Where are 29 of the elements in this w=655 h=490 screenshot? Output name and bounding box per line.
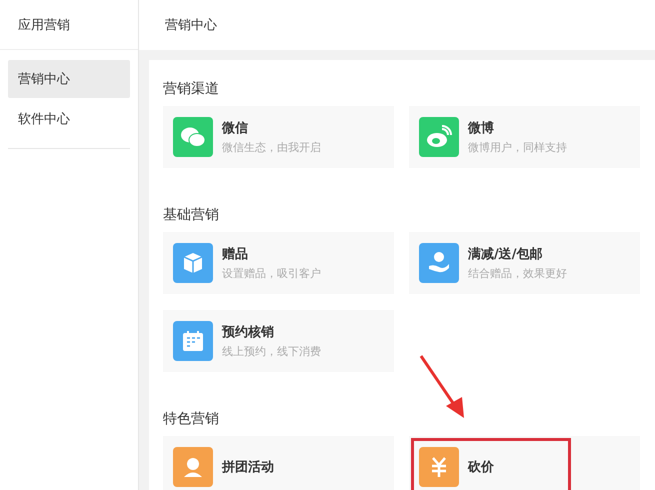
section-heading: 特色营销 <box>163 410 220 428</box>
sidebar-item[interactable]: 营销中心 <box>8 60 130 98</box>
chat-bubbles-icon <box>180 126 206 148</box>
section-heading: 基础营销 <box>163 206 220 224</box>
sidebar-title: 应用营销 <box>0 0 138 50</box>
card-title: 拼团活动 <box>222 459 274 476</box>
feature-card[interactable]: 拼团活动 <box>163 436 394 490</box>
sidebar-item[interactable]: 软件中心 <box>8 100 130 138</box>
feature-card[interactable]: 预约核销 线上预约，线下消费 <box>163 310 394 372</box>
card-subtitle: 微信生态，由我开启 <box>222 140 321 155</box>
feature-card[interactable]: 微博 微博用户，同样支持 <box>409 106 640 168</box>
card-title: 赠品 <box>222 246 249 263</box>
eye-icon <box>426 125 452 149</box>
card-title: 微信 <box>222 120 249 137</box>
feature-card[interactable]: 赠品 设置赠品，吸引客户 <box>163 232 394 294</box>
card-subtitle: 结合赠品，效果更好 <box>468 266 567 281</box>
card-subtitle: 微博用户，同样支持 <box>468 140 567 155</box>
card-subtitle: 设置赠品，吸引客户 <box>222 266 321 281</box>
card-title: 砍价 <box>468 459 494 476</box>
feature-card[interactable]: 满减/送/包邮 结合赠品，效果更好 <box>409 232 640 294</box>
box-icon <box>181 251 205 275</box>
section-heading: 营销渠道 <box>163 80 220 98</box>
card-subtitle: 线上预约，线下消费 <box>222 344 321 359</box>
card-title: 微博 <box>468 120 495 137</box>
page-header: 营销中心 <box>139 0 655 50</box>
calendar-icon <box>181 329 205 353</box>
feature-card[interactable]: 微信 微信生态，由我开启 <box>163 106 394 168</box>
card-title: 满减/送/包邮 <box>468 246 544 263</box>
card-title: 预约核销 <box>222 324 275 341</box>
